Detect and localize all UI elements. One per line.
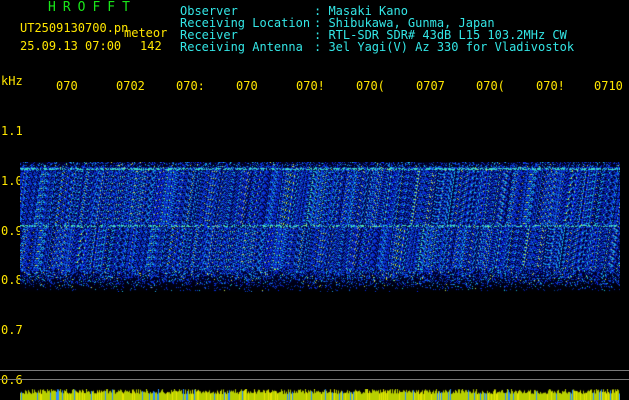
spectrogram: [20, 162, 620, 292]
time-tick-label: 070!: [296, 79, 325, 93]
file-name: UT2509130700.pn: [20, 21, 129, 35]
time-tick-label: 070(: [476, 79, 505, 93]
count-label: 142: [140, 39, 162, 53]
unit-label: kHz: [1, 74, 23, 88]
time-tick-label: 070!: [536, 79, 565, 93]
time-tick-label: 070: [56, 79, 78, 93]
app-brand: HROFFT: [48, 0, 137, 15]
time-tick-label: 070:: [176, 79, 205, 93]
time-tick-label: 070(: [356, 79, 385, 93]
reference-line: [0, 370, 629, 371]
frequency-tick-label: 0.7: [1, 323, 23, 337]
frequency-tick-label: 1.1: [1, 124, 23, 138]
time-tick-label: 070: [236, 79, 258, 93]
time-tick-label: 0707: [416, 79, 445, 93]
reference-line: [0, 379, 629, 380]
antenna-label: Receiving Antenna: [180, 40, 303, 54]
antenna-value: : 3el Yagi(V) Az 330 for Vladivostok: [314, 40, 575, 54]
signal-strength-bar: [20, 389, 620, 400]
frequency-tick-label: 0.6: [1, 373, 23, 387]
datetime-label: 25.09.13 07:00: [20, 39, 122, 53]
mode-label: meteor: [124, 26, 168, 40]
time-tick-label: 0702: [116, 79, 145, 93]
time-tick-label: 0710: [594, 79, 623, 93]
